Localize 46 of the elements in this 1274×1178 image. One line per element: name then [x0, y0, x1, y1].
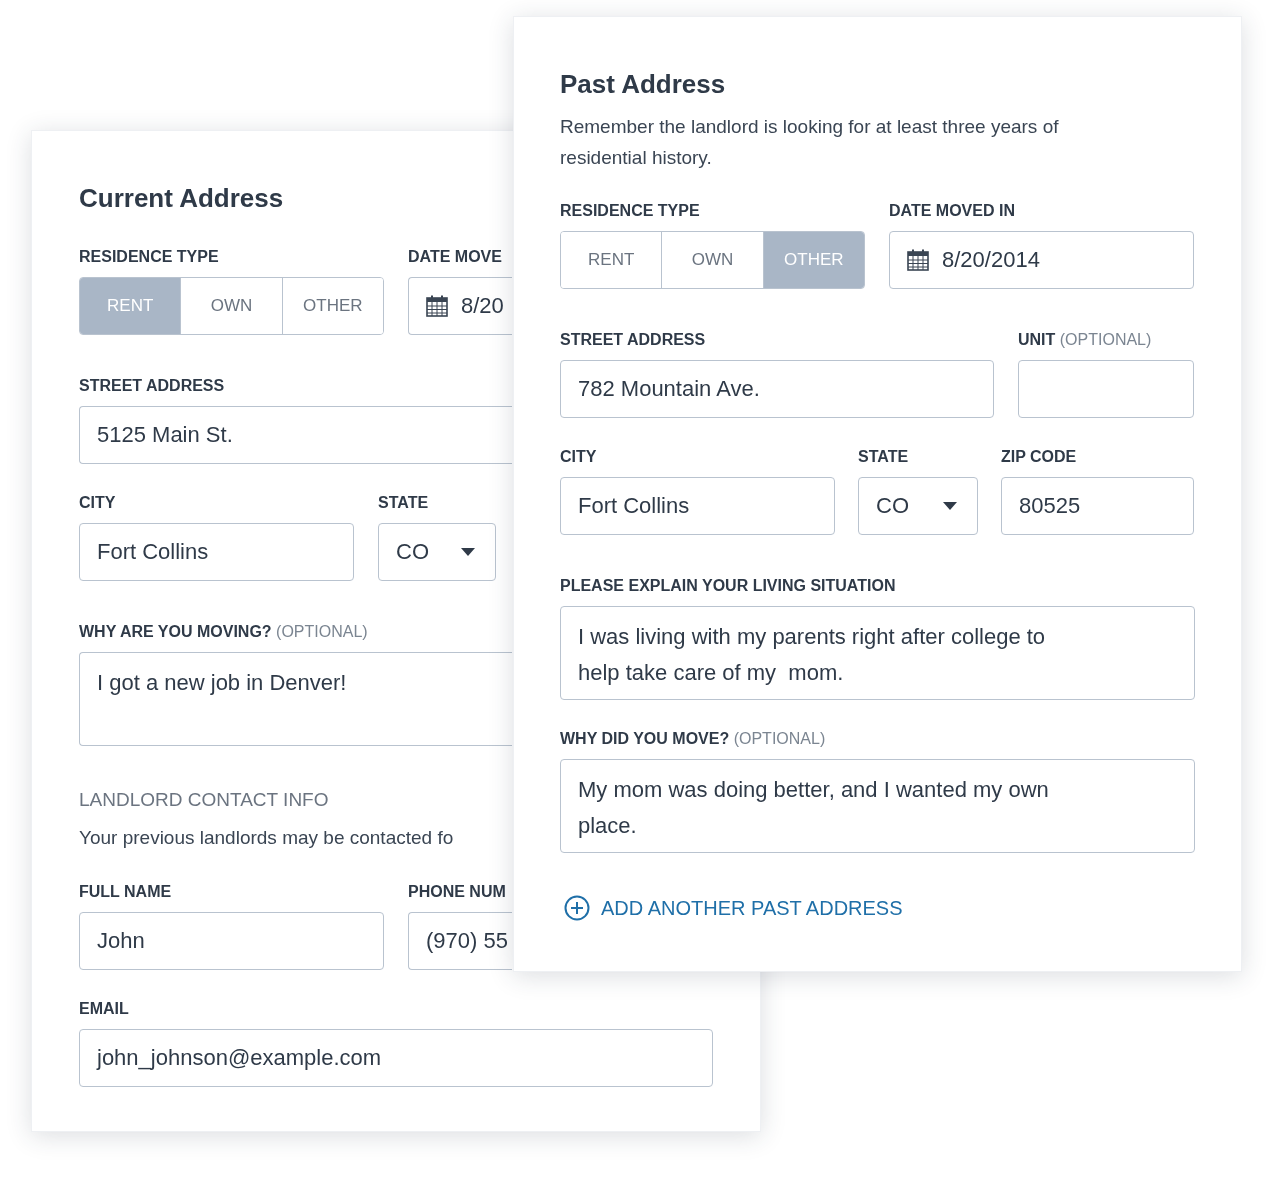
- field-label: PLEASE EXPLAIN YOUR LIVING SITUATION: [560, 576, 896, 596]
- caret-icon: [943, 502, 957, 510]
- field-label: DATE MOVED IN: [889, 201, 1015, 221]
- field-label: RESIDENCE TYPE: [560, 201, 700, 221]
- date-field[interactable]: 8/20: [408, 277, 512, 335]
- field-label: WHY ARE YOU MOVING? (OPTIONAL): [79, 622, 368, 642]
- calendar-icon: [907, 249, 929, 271]
- field-label: DATE MOVE: [408, 247, 502, 267]
- section-note: Your previous landlords may be contacted fo: [79, 826, 454, 850]
- input-field[interactable]: john_johnson@example.com: [79, 1029, 713, 1087]
- input-field[interactable]: 782 Mountain Ave.: [560, 360, 994, 418]
- card-title: Current Address: [79, 183, 284, 213]
- field-label: STREET ADDRESS: [560, 330, 706, 350]
- field-label: STATE: [858, 447, 909, 467]
- field-label: EMAIL: [79, 999, 129, 1019]
- field-label: CITY: [79, 493, 116, 513]
- field-label: ZIP CODE: [1001, 447, 1077, 467]
- input-field[interactable]: 80525: [1001, 477, 1194, 535]
- plus-circle-icon: [564, 895, 590, 921]
- field-label: CITY: [560, 447, 597, 467]
- text-area[interactable]: My mom was doing better, and I wanted my own place.: [560, 759, 1195, 853]
- section-heading: LANDLORD CONTACT INFO: [79, 788, 329, 812]
- field-label: PHONE NUM: [408, 882, 506, 902]
- input-field[interactable]: John: [79, 912, 384, 970]
- text-area[interactable]: I was living with my parents right after college to help take care of my mom.: [560, 606, 1195, 700]
- calendar-icon: [426, 295, 448, 317]
- add-address-link[interactable]: ADD ANOTHER PAST ADDRESS: [564, 895, 903, 921]
- text-area[interactable]: I got a new job in Denver!: [79, 652, 512, 746]
- input-field[interactable]: 5125 Main St.: [79, 406, 512, 464]
- input-field[interactable]: (970) 55: [408, 912, 512, 970]
- field-label: WHY DID YOU MOVE? (OPTIONAL): [560, 729, 826, 749]
- input-field[interactable]: Fort Collins: [560, 477, 835, 535]
- state-dropdown[interactable]: CO: [858, 477, 978, 535]
- card-description: Remember the landlord is looking for at least three years of residential history.: [560, 115, 1060, 170]
- input-field[interactable]: [1018, 360, 1194, 418]
- state-dropdown[interactable]: CO: [378, 523, 496, 581]
- field-label: STATE: [378, 493, 429, 513]
- field-label: UNIT (OPTIONAL): [1018, 330, 1152, 350]
- field-label: FULL NAME: [79, 882, 172, 902]
- field-label: RESIDENCE TYPE: [79, 247, 219, 267]
- card-title: Past Address: [560, 69, 726, 99]
- caret-icon: [461, 548, 475, 556]
- date-field[interactable]: 8/20/2014: [889, 231, 1194, 289]
- input-field[interactable]: Fort Collins: [79, 523, 354, 581]
- field-label: STREET ADDRESS: [79, 376, 225, 396]
- segment-button[interactable]: OTHER: [281, 278, 383, 334]
